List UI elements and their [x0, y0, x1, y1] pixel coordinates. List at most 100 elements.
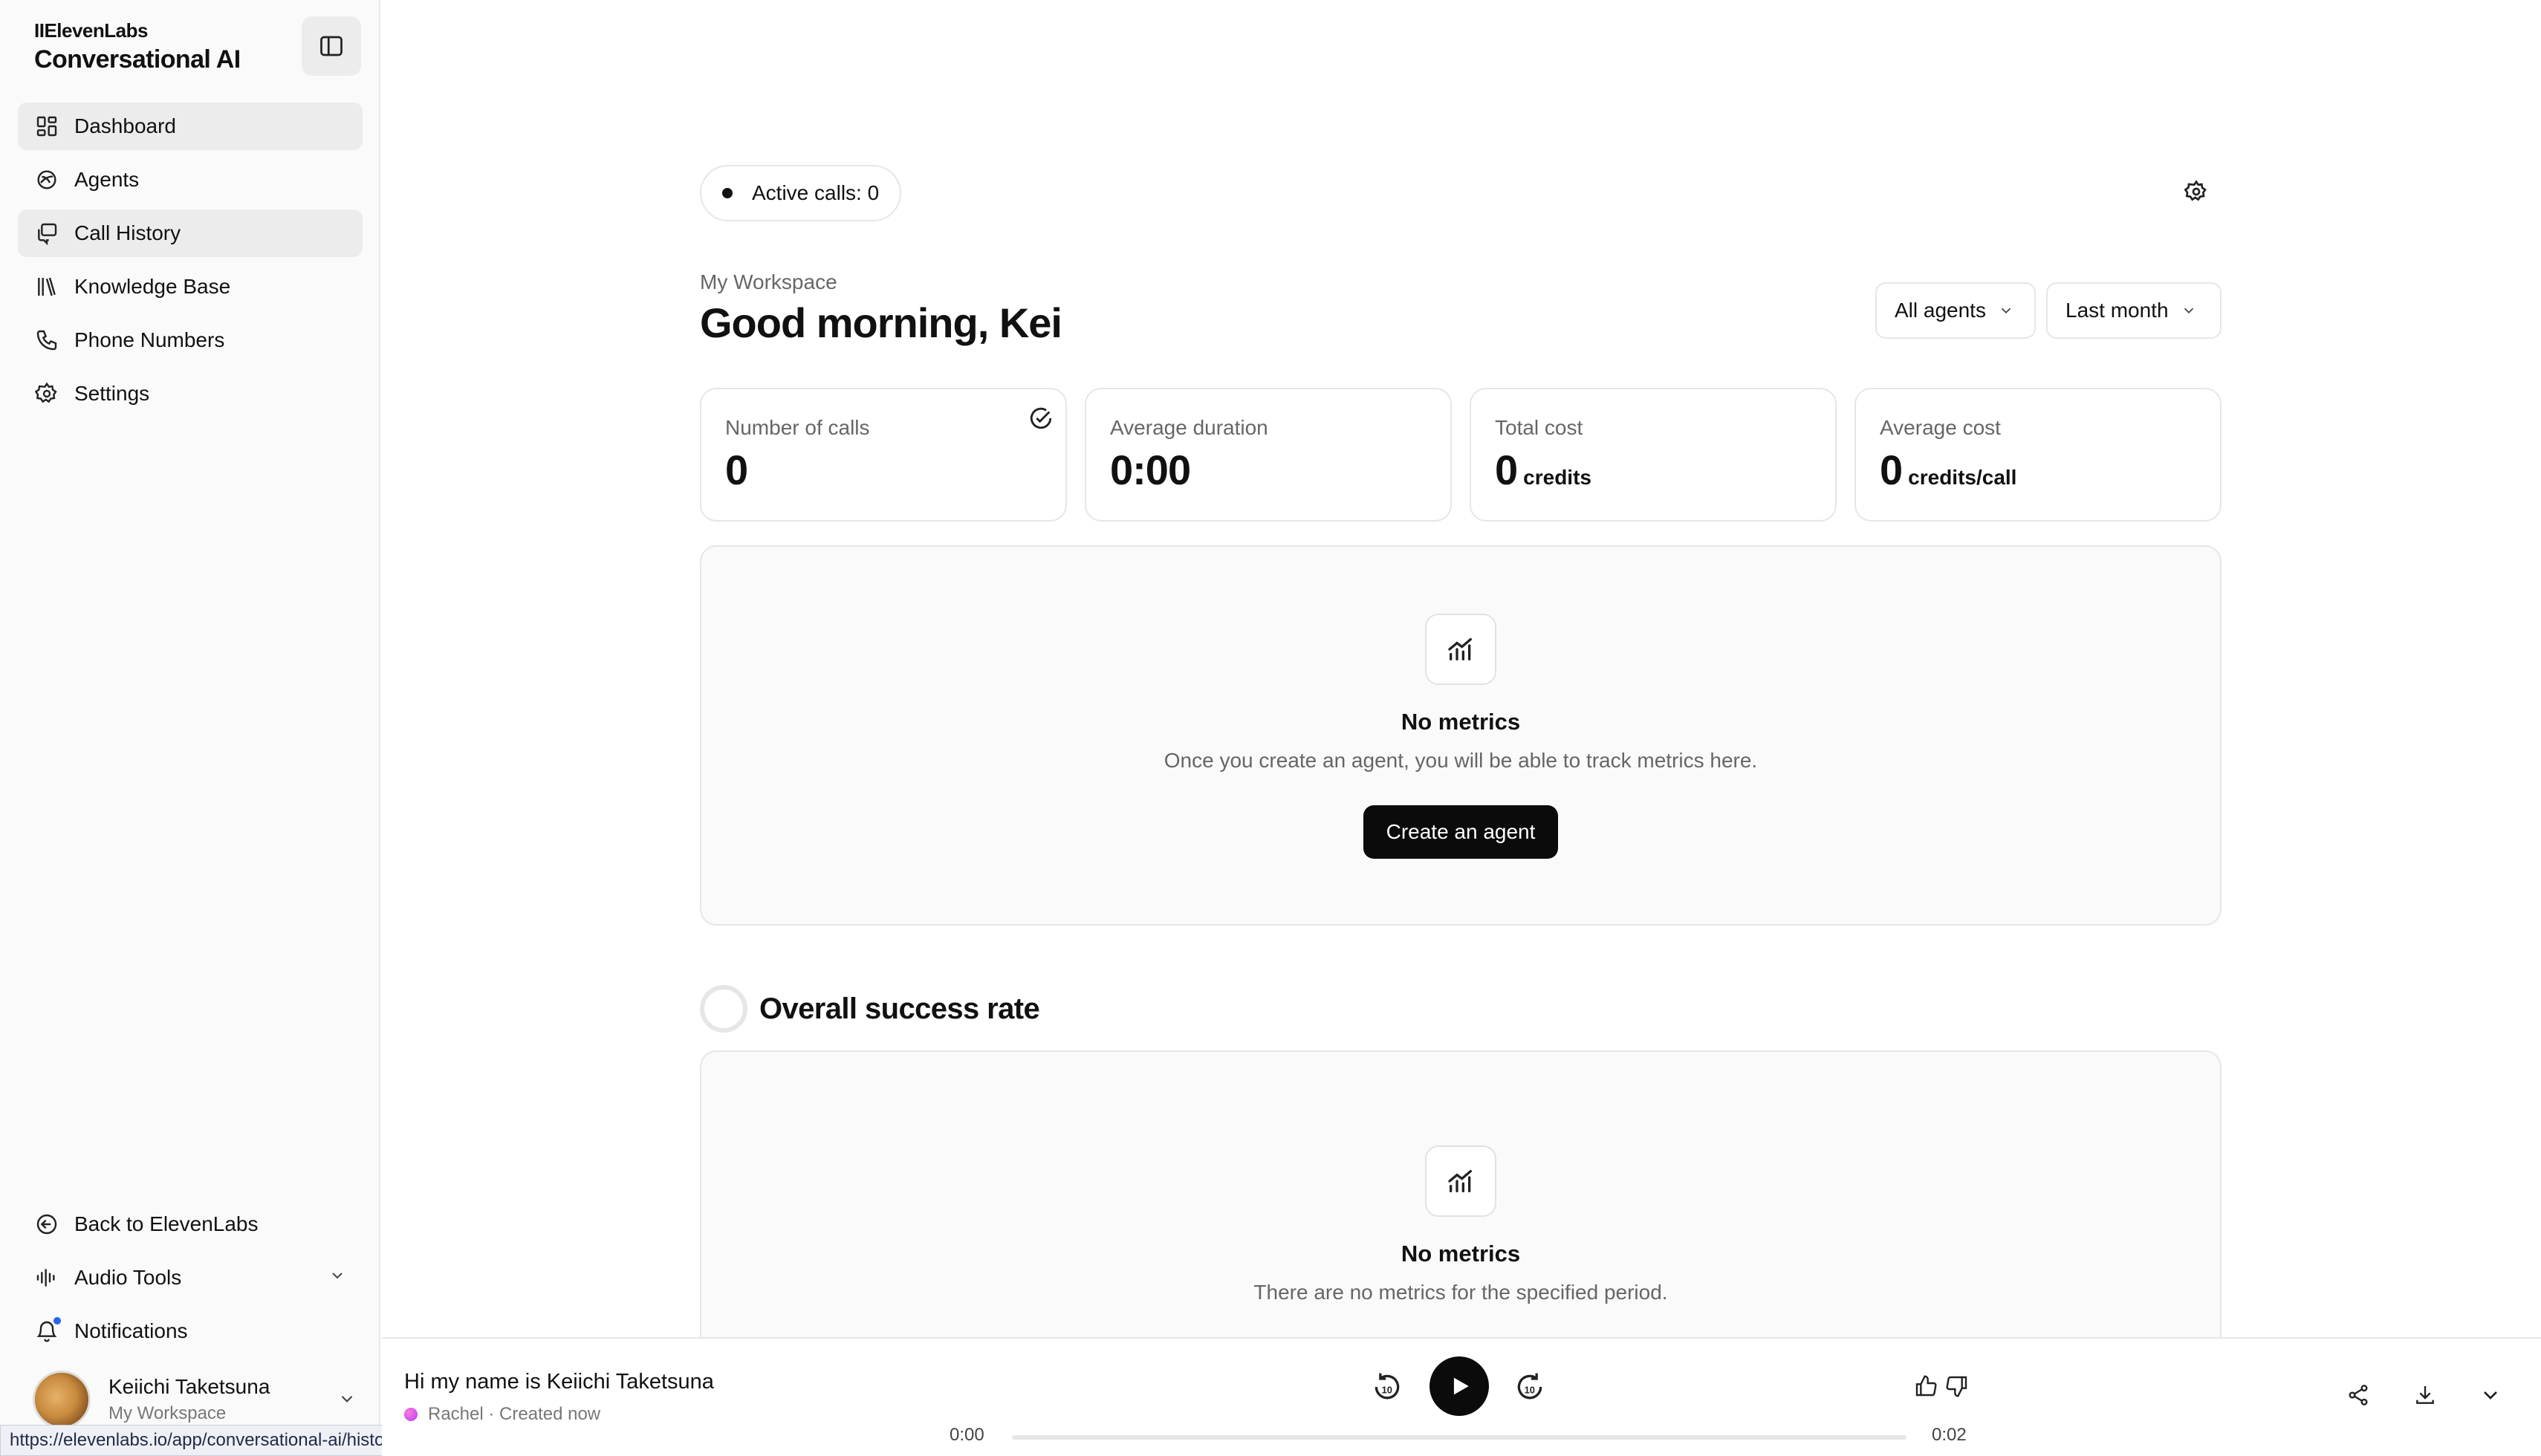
dislike-button[interactable]	[1942, 1371, 1972, 1401]
stat-value: 0	[725, 446, 748, 494]
stat-card-average-duration: Average duration 0:00	[1085, 388, 1452, 521]
stat-value: 0:00	[1110, 446, 1191, 494]
forward-button[interactable]: 10	[1513, 1370, 1547, 1404]
download-button[interactable]	[2410, 1380, 2440, 1410]
stat-card-number-of-calls: Number of calls 0	[700, 388, 1067, 521]
progress-bar[interactable]	[1012, 1435, 1906, 1440]
time-total: 0:02	[1932, 1425, 1967, 1445]
stat-label: Number of calls	[725, 416, 870, 439]
period-filter-value: Last month	[2065, 299, 2169, 322]
agents-filter-dropdown[interactable]: All agents	[1875, 282, 2036, 339]
created-label: Created now	[499, 1404, 601, 1424]
like-button[interactable]	[1911, 1371, 1941, 1401]
period-filter-dropdown[interactable]: Last month	[2046, 282, 2222, 339]
forward-10-icon: 10	[1517, 1373, 1542, 1400]
empty-title: No metrics	[1401, 709, 1521, 735]
meta-separator: ·	[483, 1404, 500, 1424]
phone-icon	[34, 328, 59, 353]
stat-number: 0:00	[1110, 446, 1191, 493]
rewind-button[interactable]: 10	[1370, 1370, 1404, 1404]
active-calls-label: Active calls: 0	[752, 181, 880, 204]
back-label: Back to ElevenLabs	[74, 1212, 259, 1235]
status-url-tooltip: https://elevenlabs.io/app/conversational…	[0, 1425, 409, 1456]
user-workspace: My Workspace	[108, 1403, 227, 1423]
audio-tools-label: Audio Tools	[74, 1266, 182, 1289]
chevron-down-icon	[2484, 1391, 2497, 1400]
track-meta: Rachel · Created now	[404, 1404, 600, 1425]
active-calls-badge: Active calls: 0	[700, 165, 902, 221]
stat-label: Average duration	[1110, 416, 1268, 439]
back-to-elevenlabs-link[interactable]: Back to ElevenLabs	[18, 1200, 363, 1248]
share-icon	[2349, 1385, 2368, 1405]
sidebar: IIElevenLabs Conversational AI Dashboard…	[0, 0, 380, 1456]
dashboard-icon	[34, 114, 59, 139]
thumbs-down-icon	[1946, 1376, 1967, 1397]
user-menu[interactable]: Keiichi Taketsuna My Workspace	[33, 1370, 360, 1429]
rewind-seconds-label: 10	[1382, 1384, 1392, 1395]
sidebar-toggle-icon	[320, 36, 343, 56]
time-current: 0:00	[950, 1425, 984, 1445]
section-title: Overall success rate	[759, 992, 1040, 1025]
success-rate-panel: No metrics There are no metrics for the …	[700, 1050, 2222, 1362]
sidebar-item-dashboard[interactable]: Dashboard	[18, 103, 363, 150]
success-rate-header: Overall success rate	[700, 985, 1040, 1033]
agents-filter-value: All agents	[1895, 299, 1986, 322]
stat-number: 0	[725, 446, 748, 493]
page-title: Good morning, Kei	[700, 299, 1062, 346]
sidebar-item-label: Agents	[74, 168, 140, 191]
sidebar-item-agents[interactable]: Agents	[18, 156, 363, 204]
sidebar-item-label: Phone Numbers	[74, 328, 225, 351]
notifications-label: Notifications	[74, 1319, 188, 1342]
chevron-updown-icon	[337, 1388, 357, 1411]
waveform-icon	[34, 1265, 59, 1290]
dashboard-settings-button[interactable]	[2181, 177, 2211, 207]
sidebar-item-knowledge-base[interactable]: Knowledge Base	[18, 263, 363, 311]
sidebar-item-phone-numbers[interactable]: Phone Numbers	[18, 316, 363, 364]
share-button[interactable]	[2343, 1380, 2373, 1410]
stat-card-average-cost: Average cost 0 credits/call	[1854, 388, 2222, 521]
knowledge-base-icon	[34, 274, 59, 299]
stat-number: 0	[1880, 446, 1903, 493]
chevron-down-icon	[328, 1266, 346, 1290]
stat-label: Average cost	[1880, 416, 2001, 439]
collapse-player-button[interactable]	[2476, 1380, 2505, 1410]
sidebar-item-call-history[interactable]: Call History	[18, 209, 363, 257]
brand[interactable]: IIElevenLabs Conversational AI	[34, 19, 241, 74]
sidebar-item-settings[interactable]: Settings	[18, 370, 363, 417]
chevron-down-icon	[2181, 302, 2197, 319]
stat-label: Total cost	[1495, 416, 1583, 439]
user-name: Keiichi Taketsuna	[108, 1375, 270, 1398]
main-content: Active calls: 0 My Workspace Good mornin…	[382, 0, 2541, 1362]
track-title: Hi my name is Keiichi Taketsuna	[404, 1370, 714, 1394]
metrics-empty-panel: No metrics Once you create an agent, you…	[700, 545, 2222, 926]
sidebar-nav: Dashboard Agents Call History Knowledge …	[18, 103, 363, 423]
chart-icon	[1425, 614, 1496, 685]
thumbs-up-icon	[1915, 1375, 1937, 1397]
audio-tools-menu[interactable]: Audio Tools	[18, 1254, 363, 1301]
bell-icon	[34, 1317, 61, 1344]
product-title: Conversational AI	[34, 45, 241, 74]
notification-badge	[53, 1317, 61, 1325]
sidebar-item-label: Settings	[74, 382, 150, 405]
agents-icon	[34, 167, 59, 192]
sidebar-toggle-button[interactable]	[302, 16, 361, 76]
voice-name: Rachel	[428, 1404, 484, 1424]
stat-number: 0	[1495, 446, 1518, 493]
notifications-link[interactable]: Notifications	[18, 1307, 363, 1355]
chart-icon	[1425, 1145, 1496, 1217]
play-icon	[1453, 1377, 1469, 1395]
play-button[interactable]	[1429, 1356, 1489, 1416]
brand-logo-text: IIElevenLabs	[34, 19, 148, 42]
empty-title: No metrics	[1401, 1241, 1521, 1267]
chevron-down-icon	[1998, 302, 2014, 319]
sidebar-item-label: Dashboard	[74, 114, 176, 137]
success-rate-ring	[700, 985, 747, 1033]
stat-value: 0 credits	[1495, 446, 1591, 494]
forward-seconds-label: 10	[1525, 1384, 1535, 1395]
download-icon	[2416, 1386, 2434, 1404]
create-agent-button[interactable]: Create an agent	[1363, 805, 1558, 859]
arrow-left-circle-icon	[34, 1212, 59, 1237]
status-dot	[722, 188, 733, 198]
stat-unit: credits	[1523, 466, 1591, 489]
stat-unit: credits/call	[1908, 466, 2017, 489]
